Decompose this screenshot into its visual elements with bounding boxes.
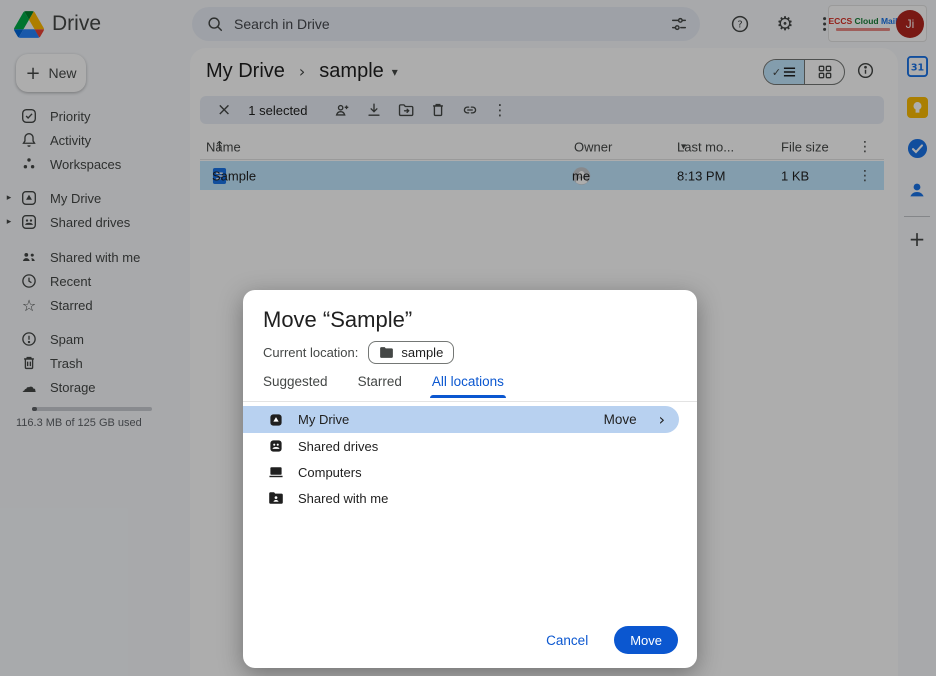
folder-icon <box>379 346 394 359</box>
location-label: Shared with me <box>298 491 388 506</box>
tabs-divider <box>243 401 697 402</box>
shared-folder-icon <box>268 491 284 505</box>
current-location-label: Current location: <box>263 345 358 360</box>
location-label: Shared drives <box>298 439 378 454</box>
current-location-row: Current location: sample <box>263 341 454 364</box>
location-label: Computers <box>298 465 362 480</box>
locations-list: My Drive Move › Shared drives Computers … <box>243 406 697 511</box>
dialog-title: Move “Sample” <box>263 307 412 333</box>
dialog-footer: Cancel Move <box>546 626 678 654</box>
my-drive-icon <box>268 412 284 428</box>
current-location-chip[interactable]: sample <box>368 341 454 364</box>
tab-suggested[interactable]: Suggested <box>263 374 328 398</box>
dialog-tabs: Suggested Starred All locations <box>263 374 504 398</box>
location-row-computers[interactable]: Computers <box>243 459 697 485</box>
move-here-hint: Move <box>604 412 637 427</box>
tab-all-locations[interactable]: All locations <box>432 374 504 398</box>
location-row-shared-with-me[interactable]: Shared with me <box>243 485 697 511</box>
shared-drives-icon <box>268 438 284 454</box>
location-row-my-drive[interactable]: My Drive Move › <box>243 406 679 433</box>
current-location-name: sample <box>401 345 443 360</box>
location-label: My Drive <box>298 412 349 427</box>
tab-starred[interactable]: Starred <box>358 374 402 398</box>
computer-icon <box>268 464 284 480</box>
chevron-right-icon[interactable]: › <box>659 410 665 429</box>
cancel-button[interactable]: Cancel <box>546 633 588 648</box>
location-row-shared-drives[interactable]: Shared drives <box>243 433 697 459</box>
move-button[interactable]: Move <box>614 626 678 654</box>
move-dialog: Move “Sample” Current location: sample S… <box>243 290 697 668</box>
